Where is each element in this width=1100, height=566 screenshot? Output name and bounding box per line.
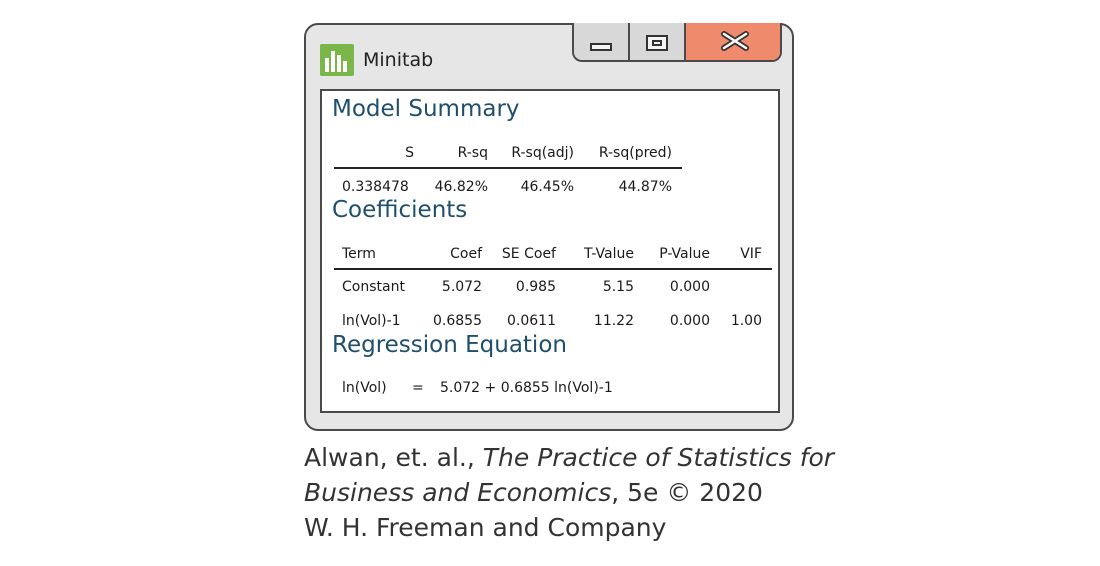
row-term: ln(Vol)-1 [342,313,401,329]
model-summary-title: Model Summary [332,96,520,122]
header-r-sq-adj: R-sq(adj) [511,145,574,161]
header-vif: VIF [740,246,762,262]
coefficients-rule [334,268,772,270]
minimize-icon [590,43,612,51]
title-bar[interactable]: Minitab [306,23,792,89]
value-r-sq-pred: 44.87% [618,179,672,195]
value-r-sq-adj: 46.45% [520,179,574,195]
maximize-button[interactable] [630,23,686,60]
row-t-value: 11.22 [593,313,634,329]
header-s: S [405,145,414,161]
minitab-logo-icon [320,44,354,80]
header-term: Term [342,246,376,262]
value-r-sq: 46.82% [434,179,488,195]
caption-publisher: W. H. Freeman and Company [304,513,667,542]
minimize-button[interactable] [574,23,630,60]
caption-book-title-2: Business and Economics [304,478,612,507]
session-output: Model Summary S R-sq R-sq(adj) R-sq(pred… [320,89,780,413]
close-button[interactable] [686,23,780,60]
row-coef: 5.072 [441,279,482,295]
source-caption: Alwan, et. al., The Practice of Statisti… [304,440,864,545]
coefficients-title: Coefficients [332,197,468,223]
regression-equation-title: Regression Equation [332,332,567,358]
row-se-coef: 0.985 [515,279,556,295]
row-term: Constant [342,279,405,295]
header-r-sq-pred: R-sq(pred) [598,145,672,161]
caption-line-2: Business and Economics, 5e © 2020 [304,475,864,510]
equation-lhs: ln(Vol) [342,380,387,396]
window-controls [572,23,782,62]
maximize-icon [646,35,668,51]
row-p-value: 0.000 [669,313,710,329]
value-s: 0.338478 [342,179,409,195]
caption-book-title-1: The Practice of Statistics for [482,443,835,472]
caption-authors: Alwan, et. al., [304,443,483,472]
model-summary-rule [334,167,682,169]
row-se-coef: 0.0611 [507,313,556,329]
header-t-value: T-Value [584,246,634,262]
row-t-value: 5.15 [602,279,634,295]
header-r-sq: R-sq [457,145,488,161]
window-title: Minitab [363,49,434,71]
equation-rhs: 5.072 + 0.6855 ln(Vol)-1 [440,380,613,396]
close-icon [720,31,750,55]
equation-operator: = [412,380,424,396]
header-p-value: P-Value [659,246,710,262]
header-se-coef: SE Coef [501,246,556,262]
row-p-value: 0.000 [669,279,710,295]
row-vif: 1.00 [730,313,762,329]
minitab-window: Minitab Model Summary S R-sq R-sq(adj) R… [304,23,794,431]
caption-edition: , 5e © 2020 [611,478,763,507]
caption-line-1: Alwan, et. al., The Practice of Statisti… [304,440,864,475]
header-coef: Coef [450,246,482,262]
row-coef: 0.6855 [433,313,482,329]
